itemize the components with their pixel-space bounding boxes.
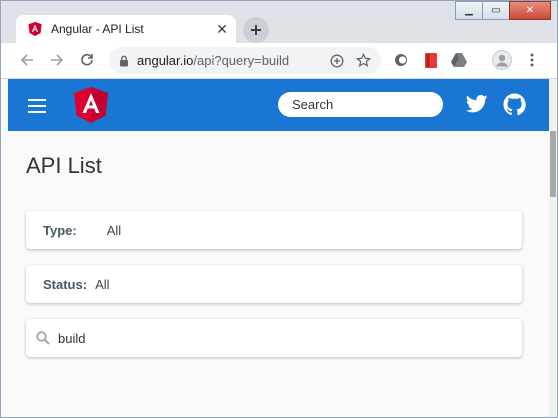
type-filter-label: Type:	[43, 222, 77, 238]
back-icon	[20, 54, 33, 66]
add-icon[interactable]	[330, 54, 344, 68]
type-filter-value: All	[106, 222, 122, 238]
menu-icon	[530, 53, 534, 67]
plus-icon	[251, 25, 261, 35]
window-close-button[interactable]: ✕	[509, 1, 551, 20]
address-bar[interactable]: angular.io/api?query=build	[109, 47, 381, 74]
forward-icon	[51, 54, 64, 66]
extension-icon	[395, 54, 407, 66]
profile-button[interactable]	[490, 48, 514, 72]
main-content: API List Type: All Status: All build	[8, 131, 549, 417]
angular-favicon-icon	[28, 22, 42, 36]
status-filter-value: All	[95, 276, 110, 292]
profile-icon	[492, 50, 512, 70]
forward-button[interactable]	[45, 48, 69, 72]
angular-logo-icon[interactable]	[74, 87, 108, 123]
twitter-icon[interactable]	[466, 94, 488, 114]
bookmark-button[interactable]	[419, 48, 443, 72]
api-search-query: build	[58, 330, 86, 346]
page-title: API List	[26, 153, 102, 178]
close-icon[interactable]: ✕	[212, 19, 232, 39]
drive-icon	[451, 53, 467, 67]
status-filter-label: Status:	[43, 276, 88, 292]
search-icon	[36, 331, 50, 345]
reload-icon	[81, 53, 93, 66]
minimize-button[interactable]: ▁	[455, 1, 483, 20]
extension-button[interactable]	[389, 48, 413, 72]
site-top-bar	[8, 79, 549, 131]
drive-button[interactable]	[447, 48, 471, 72]
page-scrollbar[interactable]	[549, 79, 557, 417]
address-host: angular.io	[137, 53, 194, 68]
back-button[interactable]	[15, 48, 39, 72]
browser-toolbar: angular.io/api?query=build	[1, 43, 557, 79]
browser-window: Angular - API List ✕ ▁ ▭ ✕ angular.io/ap…	[0, 0, 558, 418]
tab-strip: Angular - API List ✕ ▁ ▭ ✕	[1, 1, 557, 43]
lock-icon	[120, 55, 128, 66]
new-tab-button[interactable]	[243, 17, 269, 43]
site-search-input[interactable]	[278, 92, 443, 117]
hamburger-icon[interactable]	[28, 99, 46, 113]
chrome-menu-button[interactable]	[520, 48, 544, 72]
type-filter[interactable]: Type: All	[26, 211, 522, 249]
address-url: angular.io/api?query=build	[137, 53, 330, 68]
reload-button[interactable]	[75, 48, 99, 72]
tab-title: Angular - API List	[51, 22, 144, 36]
web-page: API List Type: All Status: All build	[1, 79, 549, 417]
star-icon[interactable]	[356, 53, 371, 68]
bookmark-icon	[425, 52, 437, 68]
browser-tab[interactable]: Angular - API List ✕	[16, 15, 236, 43]
window-controls: ▁ ▭ ✕	[455, 1, 551, 20]
address-path: /api?query=build	[193, 53, 290, 68]
status-filter[interactable]: Status: All	[26, 265, 522, 303]
scrollbar-thumb[interactable]	[550, 131, 556, 197]
github-icon[interactable]	[503, 93, 526, 116]
api-search-field[interactable]: build	[26, 319, 522, 357]
maximize-button[interactable]: ▭	[482, 1, 510, 20]
